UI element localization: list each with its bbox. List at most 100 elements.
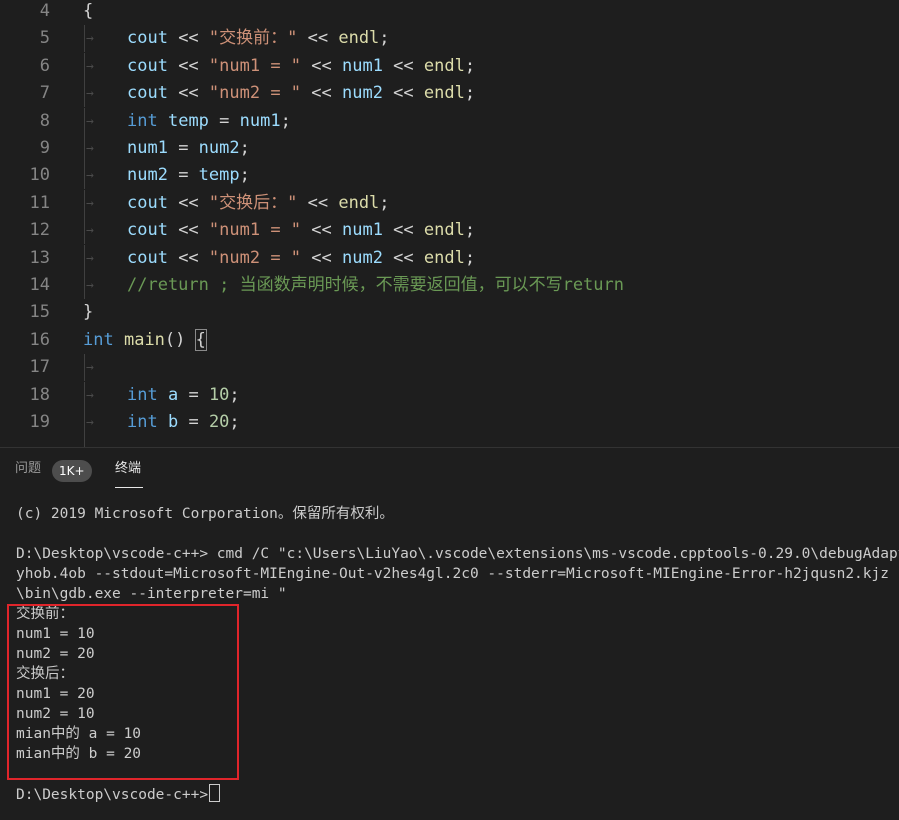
indent-guide xyxy=(84,244,85,272)
code-token: << xyxy=(382,83,424,104)
code-token: } xyxy=(83,302,94,323)
code-token: num1 xyxy=(239,110,281,131)
code-token: << xyxy=(382,247,424,268)
code-line[interactable]: 14 → //return ; 当函数声明时候，不需要返回值，可以不写return xyxy=(0,272,899,299)
code-token: ; xyxy=(464,220,476,241)
code-token: << xyxy=(301,83,342,104)
line-number: 6 xyxy=(39,55,50,76)
terminal-line-text: (c) 2019 Microsoft Corporation。保留所有权利。 xyxy=(16,506,394,522)
line-number: 19 xyxy=(29,412,50,432)
code-token: ; xyxy=(229,412,240,432)
code-line[interactable]: 13 → cout << "num2 = " << num2 << endl; xyxy=(0,244,899,272)
code-token: ; xyxy=(379,28,390,49)
line-number: 9 xyxy=(39,138,50,158)
line-number: 16 xyxy=(29,329,50,350)
active-tab-indicator xyxy=(115,487,143,488)
terminal-line-text: \bin\gdb.exe --interpreter=mi " xyxy=(16,586,287,602)
code-token: << xyxy=(301,220,342,241)
code-line[interactable]: 7 → cout << "num2 = " << num2 << endl; xyxy=(0,80,899,108)
code-line[interactable]: 15} xyxy=(0,299,899,326)
code-text: cout << "交换后：" << endl; xyxy=(127,190,390,217)
indent-guide xyxy=(84,52,85,80)
line-number: 14 xyxy=(29,275,50,295)
code-token: << xyxy=(382,220,424,241)
code-token: num1 xyxy=(127,138,168,158)
terminal-prompt: D:\Desktop\vscode-c++> xyxy=(16,784,221,805)
line-number: 15 xyxy=(29,302,50,323)
indent-guide xyxy=(84,80,85,108)
code-token: << xyxy=(167,55,209,76)
tab-whitespace-icon: → xyxy=(86,415,94,430)
code-token: = xyxy=(178,384,209,405)
code-text: int a = 10; xyxy=(127,382,240,409)
code-line[interactable]: 5 → cout << "交换前：" << endl; xyxy=(0,25,899,53)
code-token: "num2 = " xyxy=(208,83,302,104)
line-number: 5 xyxy=(39,28,50,49)
code-token: "num2 = " xyxy=(208,247,302,268)
indent-guide xyxy=(84,135,85,162)
code-token: num2 xyxy=(341,247,383,268)
tab-whitespace-icon: → xyxy=(86,250,94,266)
code-line-partial xyxy=(0,436,899,447)
code-token: num2 xyxy=(198,138,240,158)
terminal-line-text: D:\Desktop\vscode-c++> cmd /C "c:\Users\… xyxy=(16,546,899,562)
code-line[interactable]: 4{ xyxy=(0,0,899,25)
tab-whitespace-icon: → xyxy=(86,86,94,102)
code-token: ; xyxy=(464,247,476,268)
indent-guide xyxy=(84,25,85,53)
terminal-line: D:\Desktop\vscode-c++> cmd /C "c:\Users\… xyxy=(16,544,899,564)
indent-guide xyxy=(84,189,85,217)
code-token: num2 xyxy=(127,165,168,186)
code-token: ; xyxy=(239,138,250,158)
code-token: << xyxy=(382,55,424,76)
code-line[interactable]: 9 → num1 = num2; xyxy=(0,135,899,162)
code-token: endl xyxy=(423,83,465,104)
code-line[interactable]: 18 → int a = 10; xyxy=(0,381,899,409)
code-token: << xyxy=(167,247,209,268)
code-editor[interactable]: 4{5 → cout << "交换前：" << endl; 6 → cout << "nu… xyxy=(0,0,899,447)
line-number: 10 xyxy=(29,165,50,186)
code-token: 20 xyxy=(208,412,230,432)
code-token: = xyxy=(167,165,199,186)
code-token: << xyxy=(167,220,209,241)
tab-whitespace-icon: → xyxy=(86,168,94,184)
code-token: << xyxy=(167,28,209,49)
code-token: cout xyxy=(127,55,168,76)
code-token: = xyxy=(178,412,209,432)
code-token: { xyxy=(194,328,207,351)
code-token: "num1 = " xyxy=(208,220,302,241)
tab-whitespace-icon: → xyxy=(86,113,94,129)
code-line[interactable]: 17 → xyxy=(0,354,899,382)
code-line[interactable]: 6 → cout << "num1 = " << num1 << endl; xyxy=(0,52,899,80)
line-number: 12 xyxy=(29,220,50,241)
tab-terminal[interactable]: 终端 xyxy=(115,458,141,480)
code-text: { xyxy=(83,0,93,25)
code-line[interactable]: 10 → num2 = temp; xyxy=(0,162,899,190)
code-line[interactable]: 8 → int temp = num1; xyxy=(0,107,899,135)
problems-count-badge: 1K+ xyxy=(52,460,92,482)
code-token: "交换前：" xyxy=(208,28,298,49)
bottom-panel: 问题 1K+ 终端 (c) 2019 Microsoft Corporation… xyxy=(0,447,899,820)
code-line[interactable]: 16 int main() { xyxy=(0,327,899,354)
terminal-line: (c) 2019 Microsoft Corporation。保留所有权利。 xyxy=(16,504,394,524)
tab-whitespace-icon: → xyxy=(86,278,94,293)
tab-whitespace-icon: → xyxy=(86,195,94,211)
tab-whitespace-icon: → xyxy=(86,223,94,239)
code-token: << xyxy=(167,83,209,104)
tab-problems[interactable]: 问题 xyxy=(15,458,41,480)
indent-guide xyxy=(84,217,85,245)
code-line[interactable]: 12 → cout << "num1 = " << num1 << endl; xyxy=(0,217,899,245)
code-text: cout << "num2 = " << num2 << endl; xyxy=(127,80,475,107)
code-token: = xyxy=(208,110,240,131)
code-token: temp xyxy=(198,165,240,186)
code-token: << xyxy=(301,247,342,268)
terminal-line: yhob.4ob --stdout=Microsoft-MIEngine-Out… xyxy=(16,564,899,584)
code-token: cout xyxy=(127,28,168,49)
code-line[interactable]: 11 → cout << "交换后：" << endl; xyxy=(0,189,899,217)
code-token: ; xyxy=(379,192,390,213)
code-token: { xyxy=(83,1,94,21)
indent-guide xyxy=(84,381,85,409)
code-token: main xyxy=(123,329,165,350)
code-line[interactable]: 19 → int b = 20; xyxy=(0,409,899,436)
